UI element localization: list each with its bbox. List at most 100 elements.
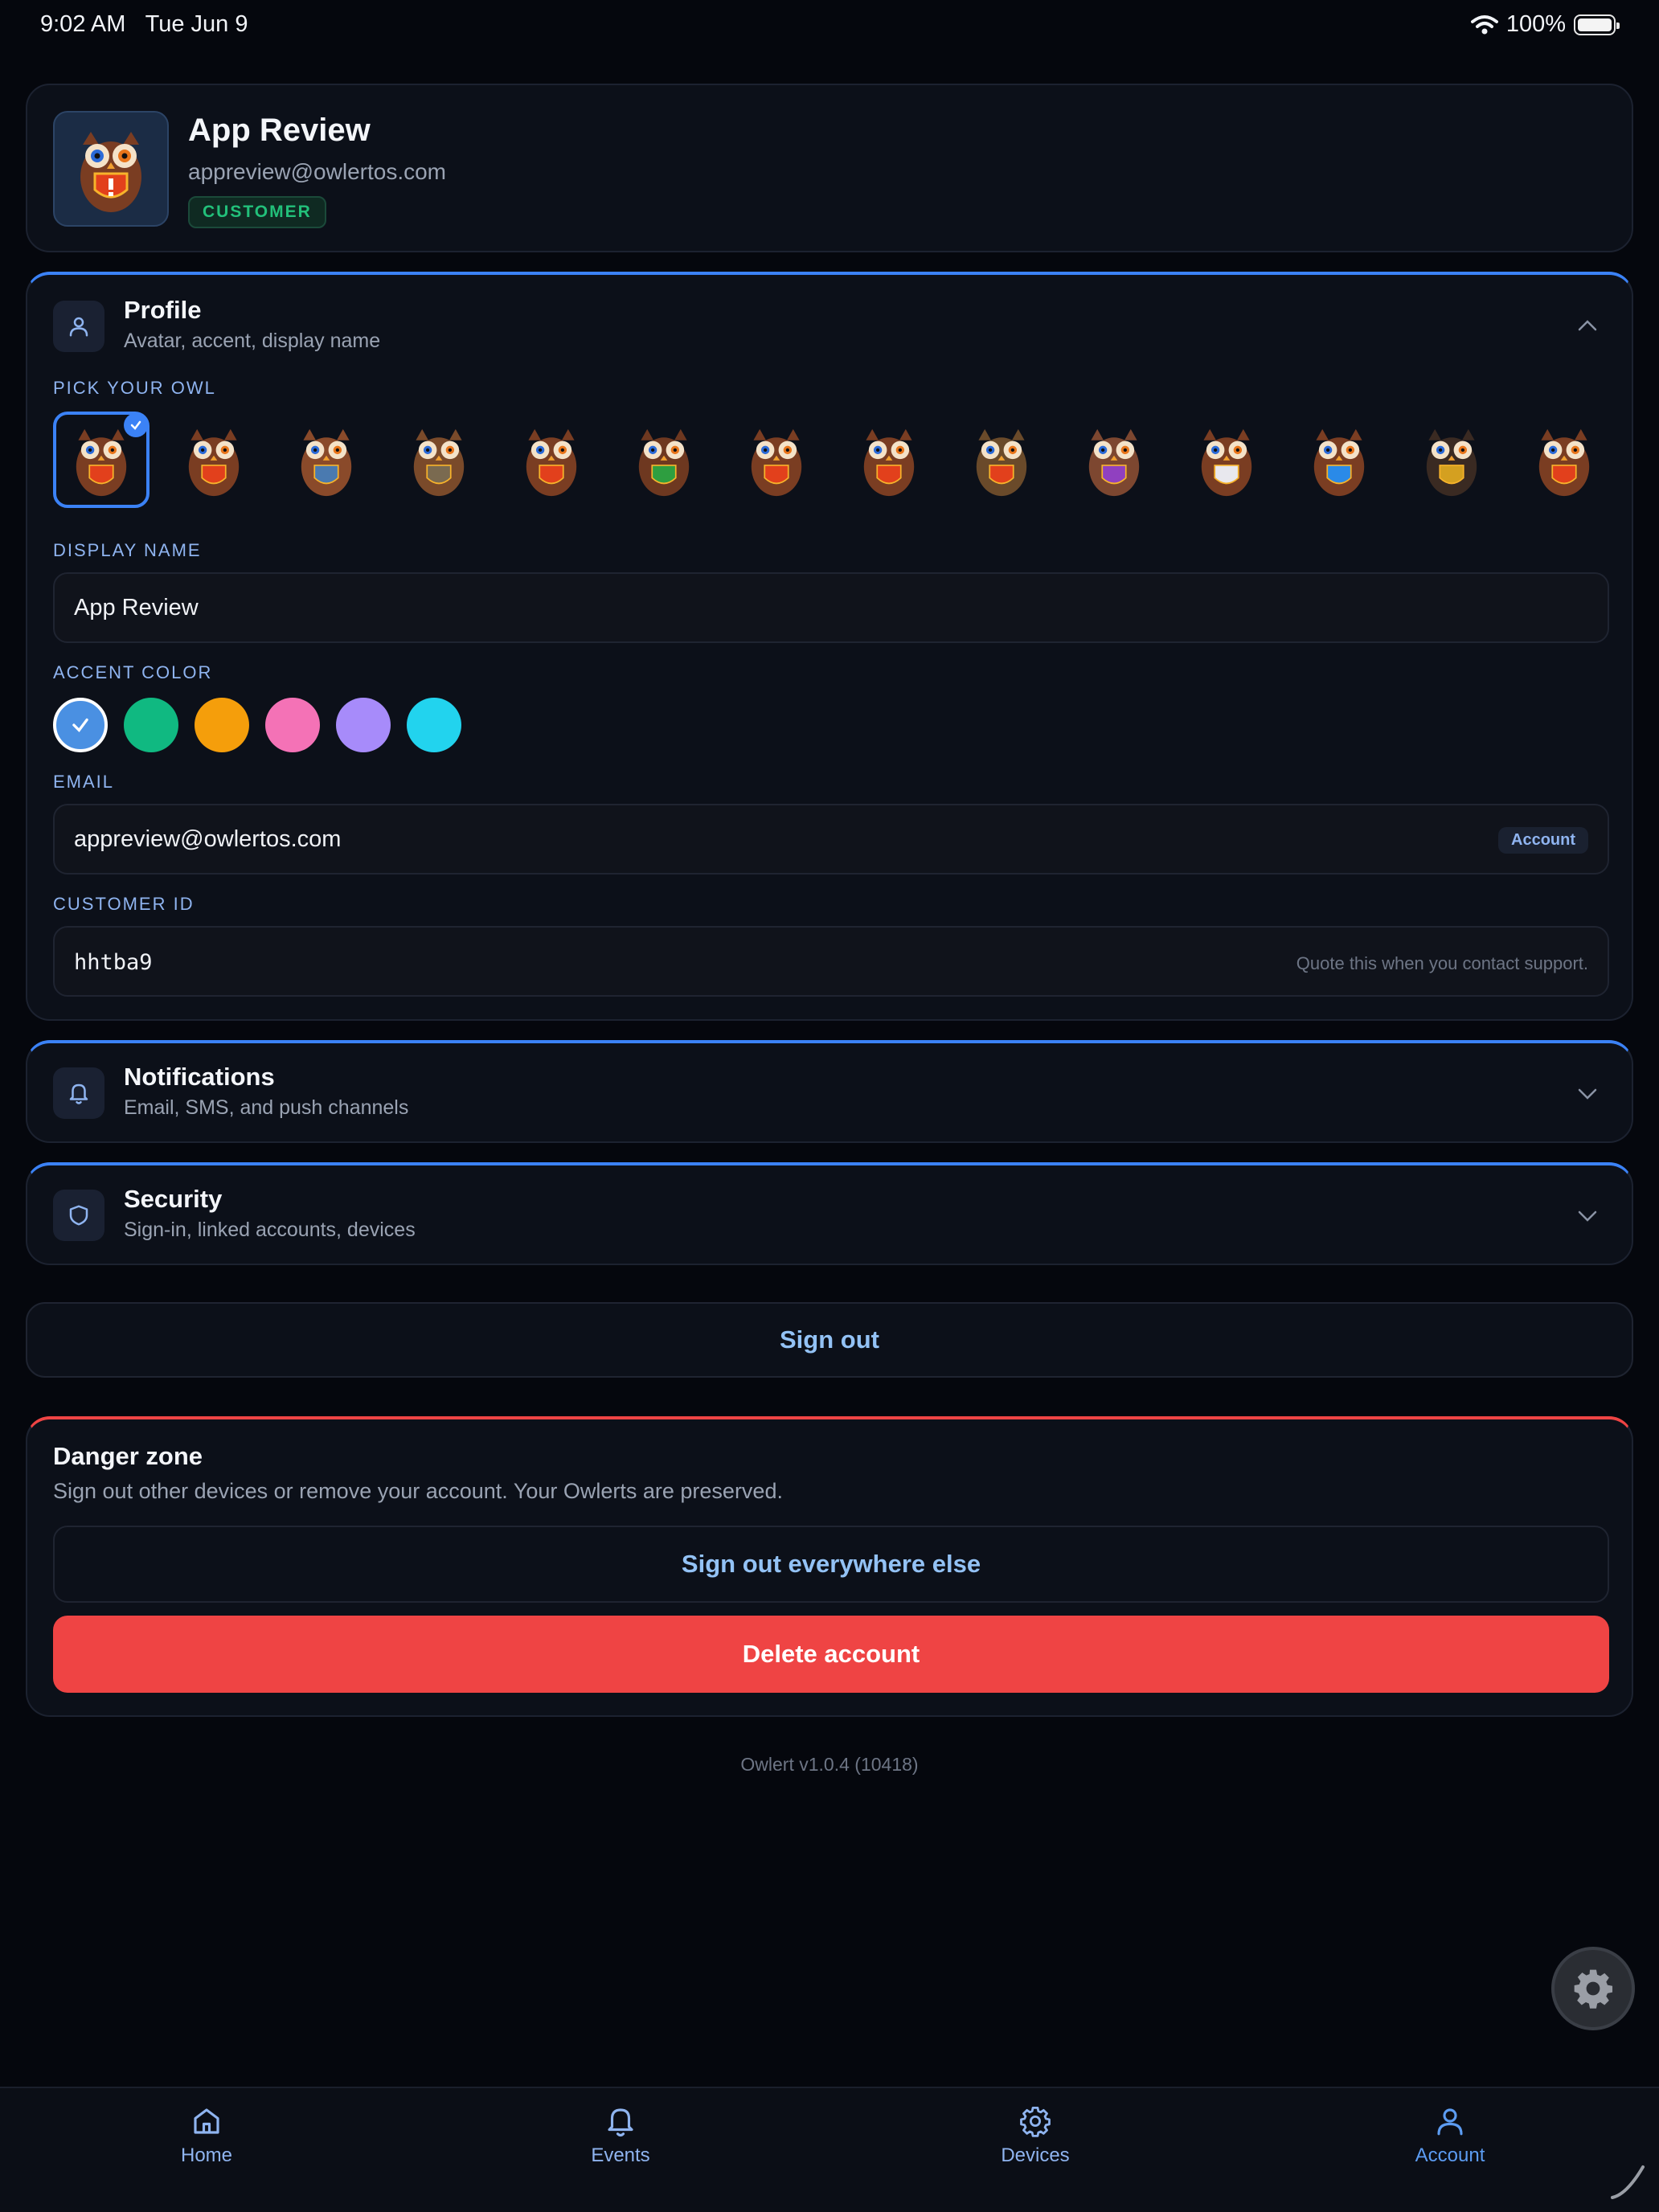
email-account-tag: Account: [1498, 827, 1588, 854]
home-icon: [194, 2108, 219, 2134]
owl-goggles-icon: [751, 428, 802, 497]
floating-settings-button[interactable]: [1551, 1947, 1635, 2030]
user-icon: [1437, 2108, 1463, 2136]
chevron-up-icon[interactable]: [1575, 313, 1600, 338]
accent-swatch[interactable]: [407, 698, 461, 752]
status-time: 9:02 AM Tue Jun 9: [40, 11, 248, 37]
owl-soldier-icon: [863, 428, 915, 497]
owl-nest-icon: [526, 428, 577, 497]
gear-icon: [1574, 1969, 1613, 2009]
wifi-icon: [1470, 14, 1498, 34]
selected-check-icon: [124, 413, 148, 437]
accent-swatch[interactable]: [195, 698, 249, 752]
email-label: EMAIL: [53, 772, 115, 792]
gear-icon: [1020, 2106, 1051, 2137]
avatar: [53, 111, 169, 227]
pick-owl-label: PICK YOUR OWL: [53, 378, 216, 398]
email-field: appreview@owlertos.com Account: [53, 804, 1609, 875]
notifications-section[interactable]: Notifications Email, SMS, and push chann…: [26, 1040, 1633, 1143]
sign-out-everywhere-button[interactable]: Sign out everywhere else: [53, 1526, 1609, 1603]
owl-option-owl-purple[interactable]: [1066, 412, 1162, 508]
tab-account-label: Account: [1415, 2144, 1485, 2166]
owl-camo-icon: [976, 428, 1027, 497]
owl-option-owl-perch[interactable]: [391, 412, 487, 508]
accent-swatch[interactable]: [124, 698, 178, 752]
tab-events-label: Events: [591, 2144, 650, 2166]
chevron-down-icon[interactable]: [1575, 1082, 1600, 1106]
owl-option-owl-shield[interactable]: [53, 412, 150, 508]
owl-green-shield-icon: [638, 428, 690, 497]
status-bar: 9:02 AM Tue Jun 9 100%: [0, 0, 1659, 51]
owl-picker: [53, 412, 1612, 508]
accent-swatch[interactable]: [336, 698, 391, 752]
profile-section: Profile Avatar, accent, display name PIC…: [26, 272, 1633, 1021]
accent-color-label: ACCENT COLOR: [53, 662, 213, 682]
tab-events[interactable]: Events: [540, 2104, 701, 2167]
owl-cloud-icon: [1201, 428, 1252, 497]
owl-option-owl-goggles[interactable]: [728, 412, 825, 508]
home-indicator: [1611, 2165, 1645, 2199]
owl-avatar-icon: [80, 132, 141, 212]
owl-option-owl-green-shield[interactable]: [616, 412, 712, 508]
notifications-section-icon: [53, 1067, 104, 1119]
chevron-down-icon[interactable]: [1575, 1204, 1600, 1228]
bell-icon: [608, 2108, 633, 2137]
customer-id-label: CUSTOMER ID: [53, 894, 195, 914]
owl-police-icon: [1538, 428, 1590, 497]
owl-option-owl-police[interactable]: [1516, 412, 1612, 508]
account-email: appreview@owlertos.com: [188, 159, 446, 184]
tab-devices[interactable]: Devices: [955, 2104, 1116, 2167]
accent-swatch[interactable]: [265, 698, 320, 752]
notifications-title: Notifications: [124, 1063, 275, 1091]
notifications-subtitle: Email, SMS, and push channels: [124, 1096, 409, 1119]
customer-id-hint: Quote this when you contact support.: [1296, 953, 1588, 973]
owl-perch-icon: [413, 428, 465, 497]
owl-option-owl-soldier[interactable]: [841, 412, 937, 508]
tab-home-label: Home: [180, 2144, 233, 2166]
customer-id-field: hhtba9 Quote this when you contact suppo…: [53, 926, 1609, 997]
owl-purple-icon: [1088, 428, 1140, 497]
battery-percent: 100%: [1505, 11, 1566, 37]
owl-option-owl-camo[interactable]: [953, 412, 1050, 508]
tab-bar: Home Events Devices Account: [0, 2087, 1659, 2212]
owl-option-owl-globe[interactable]: [278, 412, 375, 508]
owl-wifi-icon: [1313, 428, 1365, 497]
security-section-icon: [53, 1190, 104, 1241]
owl-globe-icon: [301, 428, 352, 497]
bell-icon: [69, 1083, 88, 1104]
shield-icon: [69, 1205, 88, 1226]
account-name: App Review: [188, 113, 371, 148]
check-icon: [72, 718, 88, 732]
owl-option-owl-cloud[interactable]: [1178, 412, 1275, 508]
danger-zone-description: Sign out other devices or remove your ac…: [53, 1479, 783, 1503]
display-name-value: App Review: [74, 595, 199, 621]
danger-zone-title: Danger zone: [53, 1442, 203, 1470]
app-version: Owlert v1.0.4 (10418): [740, 1754, 919, 1775]
tab-home[interactable]: Home: [126, 2104, 287, 2167]
delete-account-button[interactable]: Delete account: [53, 1616, 1609, 1693]
customer-id-value: hhtba9: [74, 950, 153, 975]
tab-account[interactable]: Account: [1370, 2104, 1530, 2167]
owl-small-icon: [188, 428, 240, 497]
profile-title: Profile: [124, 296, 202, 324]
user-icon: [69, 317, 88, 337]
tab-devices-label: Devices: [1001, 2144, 1070, 2166]
owl-option-owl-wifi[interactable]: [1291, 412, 1387, 508]
sign-out-button[interactable]: Sign out: [26, 1302, 1633, 1378]
email-value: appreview@owlertos.com: [74, 826, 342, 852]
battery-icon: [1574, 14, 1620, 35]
owl-option-owl-suit[interactable]: [1403, 412, 1500, 508]
danger-zone-section: Danger zone Sign out other devices or re…: [26, 1416, 1633, 1717]
display-name-field[interactable]: App Review: [53, 572, 1609, 643]
security-section[interactable]: Security Sign-in, linked accounts, devic…: [26, 1162, 1633, 1265]
customer-badge: CUSTOMER: [188, 196, 326, 228]
owl-option-owl-nest[interactable]: [503, 412, 600, 508]
display-name-label: DISPLAY NAME: [53, 540, 202, 560]
security-subtitle: Sign-in, linked accounts, devices: [124, 1219, 416, 1241]
account-header-card: App Review appreview@owlertos.com CUSTOM…: [26, 84, 1633, 252]
accent-swatch[interactable]: [53, 698, 108, 752]
security-title: Security: [124, 1185, 223, 1213]
owl-suit-icon: [1426, 428, 1477, 497]
accent-color-picker: [53, 698, 461, 752]
owl-option-owl-small[interactable]: [166, 412, 262, 508]
